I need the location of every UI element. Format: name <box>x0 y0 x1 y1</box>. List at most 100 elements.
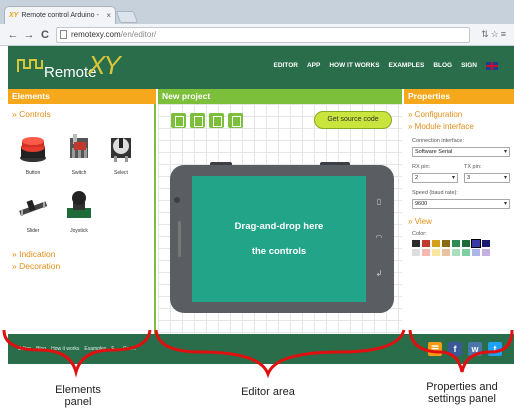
control-joystick[interactable]: Joystick <box>62 190 96 234</box>
elements-caption-line2: panel <box>64 396 92 408</box>
control-select[interactable]: Select <box>104 132 138 176</box>
speed-label: Speed (baud rate): <box>412 190 458 196</box>
back-arrow-icon[interactable]: ← <box>6 28 20 42</box>
color-swatch[interactable] <box>452 249 460 256</box>
color-swatch[interactable] <box>471 239 481 248</box>
color-swatch[interactable] <box>462 249 470 256</box>
editor-panel-header: New project <box>158 89 402 104</box>
tx-pin-select[interactable]: 3 <box>464 173 510 183</box>
elements-caption-line1: Elements <box>55 384 101 396</box>
view-section-title[interactable]: » View <box>408 217 432 226</box>
url-domain: remotexy.com <box>71 30 121 39</box>
properties-caption-line2: settings panel <box>428 393 496 405</box>
site-header: Remote XY EDITOR APP HOW IT WORKS EXAMPL… <box>8 46 514 89</box>
nav-editor[interactable]: EDITOR <box>274 62 298 70</box>
color-swatch[interactable] <box>412 249 420 256</box>
color-swatch[interactable] <box>442 240 450 247</box>
editor-area-caption: Editor area <box>241 386 295 398</box>
nav-sign[interactable]: SIGN <box>461 62 477 70</box>
connection-interface-select[interactable]: Software Serial <box>412 147 510 157</box>
recent-apps-icon: ▯ <box>376 197 382 206</box>
control-slider[interactable]: Slider <box>16 190 50 234</box>
circuit-logo-icon <box>17 59 43 72</box>
phone-speaker-icon <box>178 221 181 257</box>
tab-close-icon[interactable]: × <box>106 11 111 20</box>
configuration-section-title[interactable]: » Configuration <box>408 110 462 119</box>
control-switch[interactable]: Switch <box>62 132 96 176</box>
browser-address-bar: ← → C remotexy.com/en/editor/ ⇅☆≡ <box>0 24 514 46</box>
properties-panel-caption: Properties and settings panel <box>412 381 512 405</box>
phone-power-button <box>320 162 350 165</box>
uk-flag-icon[interactable] <box>486 62 498 70</box>
browser-tab-bar: XY Remote control Arduino - × <box>0 0 514 24</box>
elements-panel-header: Elements <box>8 89 156 104</box>
elements-brace <box>2 329 152 378</box>
control-label: Button <box>25 170 41 176</box>
back-icon: ↲ <box>375 269 383 278</box>
annotation-braces <box>2 329 514 379</box>
open-folder-icon[interactable] <box>190 113 205 128</box>
rotary-selector-icon <box>111 138 131 162</box>
editor-brace <box>154 329 406 379</box>
browser-menu-icons[interactable]: ⇅☆≡ <box>481 29 508 40</box>
properties-caption-line1: Properties and <box>426 381 498 393</box>
editor-canvas[interactable]: Get source code Drag-and-drop here the c… <box>158 104 402 334</box>
tx-pin-label: TX pin: <box>464 164 482 170</box>
color-swatch[interactable] <box>412 240 420 247</box>
phone-volume-button <box>210 162 232 165</box>
elements-panel-caption: Elements panel <box>38 384 118 408</box>
color-swatch[interactable] <box>422 240 430 247</box>
drop-zone-line1: Drag-and-drop here <box>234 221 324 232</box>
slider-potentiometer-icon <box>19 199 48 216</box>
speed-select[interactable]: 9600 <box>412 199 510 209</box>
nav-app[interactable]: APP <box>307 62 320 70</box>
reload-icon[interactable]: C <box>38 28 52 42</box>
color-swatch[interactable] <box>452 240 460 247</box>
screenshot-root: XY Remote control Arduino - × ← → C remo… <box>0 0 514 419</box>
tab-title: Remote control Arduino - <box>21 12 99 19</box>
connection-interface-label: Connection interface: <box>412 138 464 144</box>
forward-arrow-icon[interactable]: → <box>22 28 36 42</box>
url-input[interactable]: remotexy.com/en/editor/ <box>56 27 470 43</box>
properties-brace <box>408 329 514 373</box>
control-label: Joystick <box>70 228 88 234</box>
url-path: /en/editor/ <box>120 30 157 39</box>
indication-section-title[interactable]: » Indication <box>12 249 55 259</box>
phone-camera-icon <box>174 197 180 203</box>
new-file-icon[interactable] <box>171 113 186 128</box>
color-swatch[interactable] <box>442 249 450 256</box>
decoration-section-title[interactable]: » Decoration <box>12 261 60 271</box>
main-nav: EDITOR APP HOW IT WORKS EXAMPLES BLOG SI… <box>274 62 498 70</box>
controls-section-title[interactable]: » Controls <box>12 109 51 119</box>
color-swatch[interactable] <box>432 240 440 247</box>
page-document-icon <box>60 30 67 39</box>
save-as-icon[interactable] <box>228 113 243 128</box>
color-swatch[interactable] <box>422 249 430 256</box>
nav-blog[interactable]: BLOG <box>433 62 452 70</box>
new-tab-button[interactable] <box>115 11 139 23</box>
elements-panel: » Controls Button Switch Select Slider J… <box>8 104 156 334</box>
module-interface-section-title[interactable]: » Module interface <box>408 122 474 131</box>
tab-favicon-icon: XY <box>9 12 19 19</box>
browser-tab[interactable]: XY Remote control Arduino - × <box>4 6 116 24</box>
remotexy-logo[interactable]: Remote XY <box>16 50 134 86</box>
color-swatch[interactable] <box>482 249 490 256</box>
color-swatch[interactable] <box>482 240 490 247</box>
rx-pin-select[interactable]: 2 <box>412 173 458 183</box>
color-swatch[interactable] <box>462 240 470 247</box>
control-button[interactable]: Button <box>16 134 50 176</box>
nav-how-it-works[interactable]: HOW IT WORKS <box>329 62 379 70</box>
get-source-code-button[interactable]: Get source code <box>314 111 392 129</box>
color-label: Color: <box>412 231 427 237</box>
control-label: Switch <box>71 170 87 176</box>
toggle-switch-icon <box>70 134 88 158</box>
push-button-icon <box>20 137 46 162</box>
phone-drop-zone[interactable]: Drag-and-drop here the controls <box>192 176 366 302</box>
save-disk-icon[interactable] <box>209 113 224 128</box>
drop-zone-line2: the controls <box>251 246 307 257</box>
color-swatch[interactable] <box>432 249 440 256</box>
control-label: Select <box>114 170 128 176</box>
properties-panel-header: Properties <box>404 89 514 104</box>
nav-examples[interactable]: EXAMPLES <box>389 62 425 70</box>
color-swatch[interactable] <box>472 249 480 256</box>
